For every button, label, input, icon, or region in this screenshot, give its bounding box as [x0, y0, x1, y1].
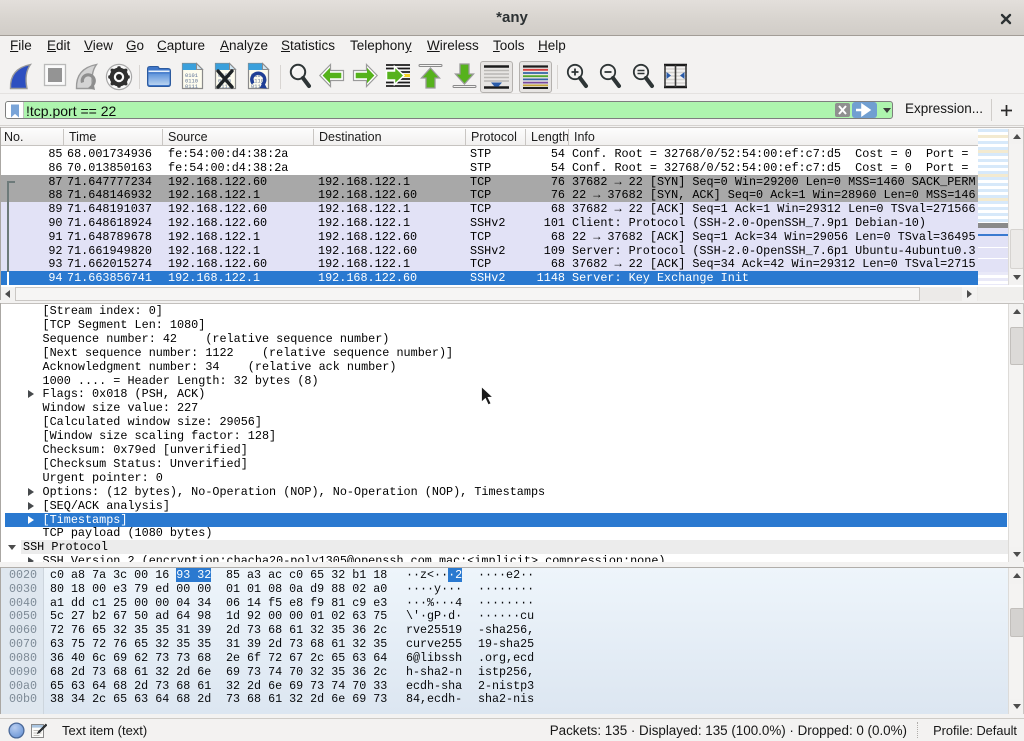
svg-text:0111: 0111 [185, 84, 198, 90]
